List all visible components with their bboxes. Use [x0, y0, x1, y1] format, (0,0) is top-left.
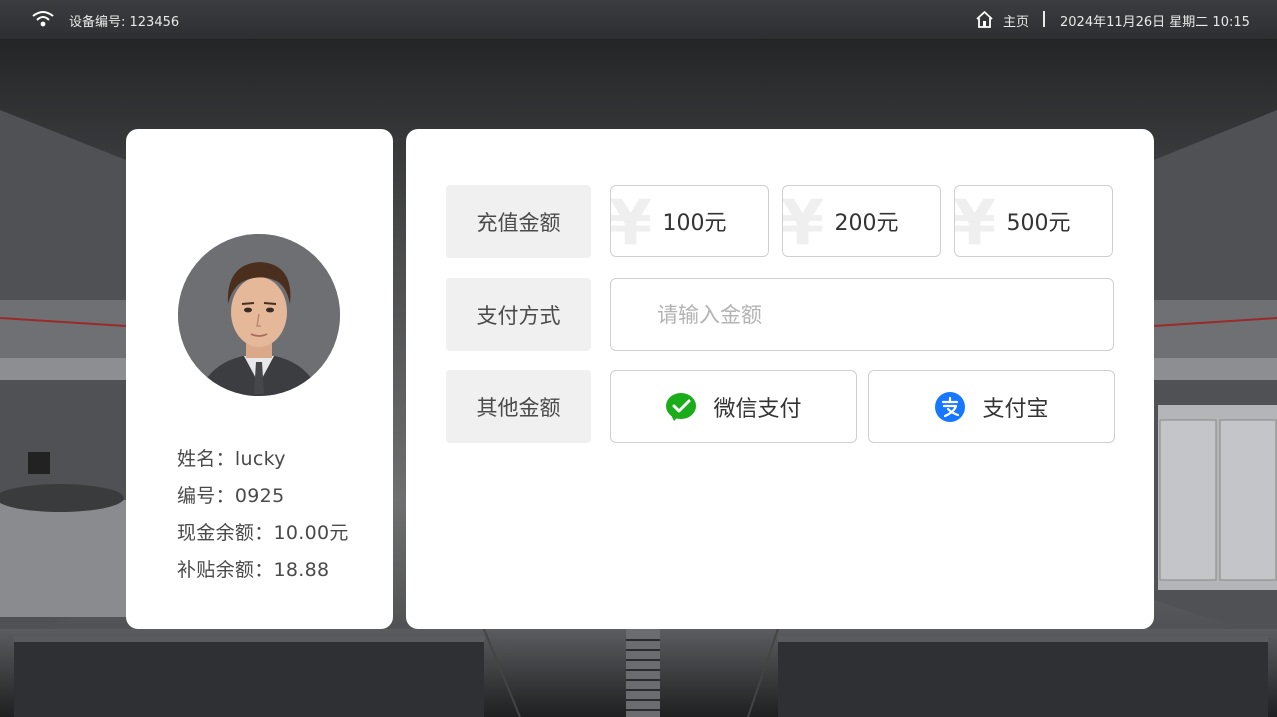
subsidy-balance-row: 补贴余额：18.88	[177, 555, 329, 582]
device-id-label: 设备编号: 123456	[69, 15, 180, 30]
amount-200-label: 200元	[834, 211, 899, 236]
amount-500-label: 500元	[1006, 211, 1071, 236]
status-bar: 设备编号: 123456 主页 2024年11月26日 星期二 10:15	[0, 0, 1277, 40]
profile-card: 姓名：lucky 编号：0925 现金余额：10.00元 补贴余额：18.88	[126, 129, 393, 629]
payment-panel: 充值金额 支付方式 其他金额 ¥ 100元 ¥ 200元 ¥ 500元 微信支付…	[406, 129, 1154, 629]
wechat-icon	[666, 392, 697, 421]
name-value: lucky	[234, 448, 286, 470]
amount-100-label: 100元	[662, 211, 727, 236]
cash-balance-row: 现金余额：10.00元	[177, 518, 349, 545]
home-link[interactable]: 主页	[1003, 11, 1029, 30]
id-label: 编号：	[177, 485, 235, 507]
wifi-icon	[32, 11, 54, 27]
other-amount-label: 其他金额	[446, 370, 591, 443]
recharge-amount-label: 充值金额	[446, 185, 591, 258]
payment-method-label: 支付方式	[446, 278, 591, 351]
subsidy-balance-label: 补贴余额：	[177, 559, 274, 581]
datetime-label: 2024年11月26日 星期二 10:15	[1060, 15, 1250, 30]
divider	[1043, 11, 1045, 27]
name-row: 姓名：lucky	[177, 444, 286, 471]
id-value: 0925	[234, 485, 285, 507]
amount-input[interactable]	[610, 278, 1114, 351]
id-row: 编号：0925	[177, 481, 284, 508]
home-icon[interactable]	[975, 10, 994, 29]
amount-100-button[interactable]: ¥ 100元	[610, 185, 769, 257]
cash-balance-value: 10.00元	[273, 522, 349, 544]
alipay-button[interactable]: 支付宝	[868, 370, 1115, 443]
user-portrait-icon	[178, 234, 340, 396]
alipay-icon	[935, 391, 966, 422]
name-label: 姓名：	[177, 448, 235, 470]
amount-200-button[interactable]: ¥ 200元	[782, 185, 941, 257]
wechat-pay-button[interactable]: 微信支付	[610, 370, 857, 443]
amount-500-button[interactable]: ¥ 500元	[954, 185, 1113, 257]
avatar	[178, 234, 340, 396]
wechat-pay-label: 微信支付	[713, 396, 802, 422]
alipay-label: 支付宝	[982, 396, 1049, 422]
cash-balance-label: 现金余额：	[177, 522, 274, 544]
subsidy-balance-value: 18.88	[273, 559, 330, 581]
